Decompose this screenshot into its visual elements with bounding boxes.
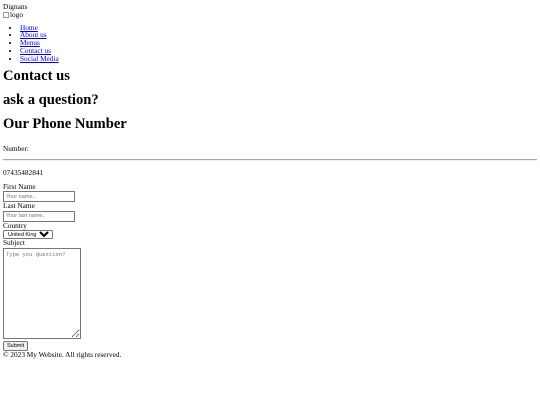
phone-number-label: Number: bbox=[3, 144, 29, 154]
ask-question-heading: ask a question? bbox=[3, 92, 99, 109]
nav-link-social[interactable]: Social Media bbox=[20, 54, 59, 63]
logo-image: logo bbox=[3, 11, 23, 19]
subject-label: Subject bbox=[3, 238, 25, 248]
site-name: Dignans bbox=[3, 2, 28, 11]
contact-heading: Contact us bbox=[3, 68, 70, 85]
phone-number-value: 07435482841 bbox=[3, 167, 44, 177]
nav-item-contact: Contact us bbox=[20, 47, 537, 55]
logo-alt-text: logo bbox=[10, 10, 23, 20]
divider bbox=[3, 158, 537, 161]
nav-item-home: Home bbox=[20, 23, 537, 32]
subject-textarea[interactable] bbox=[3, 247, 81, 339]
contact-form: First Name Last Name Country United King… bbox=[3, 182, 537, 352]
first-name-label: First Name bbox=[3, 182, 36, 192]
nav-item-about: About us bbox=[20, 31, 537, 39]
footer-copyright: © 2023 My Website. All rights reserved. bbox=[3, 350, 122, 360]
main-nav: Home About us Menus Contact us Social Me… bbox=[3, 23, 537, 63]
nav-item-menus: Menus bbox=[20, 39, 537, 47]
last-name-label: Last Name bbox=[3, 201, 35, 211]
phone-number-heading: Our Phone Number bbox=[3, 116, 127, 133]
nav-item-social: Social Media bbox=[20, 54, 537, 63]
broken-image-icon bbox=[3, 12, 9, 19]
page: Dignans logo Home About us Menus Contact… bbox=[0, 0, 540, 359]
country-label: Country bbox=[3, 220, 27, 230]
